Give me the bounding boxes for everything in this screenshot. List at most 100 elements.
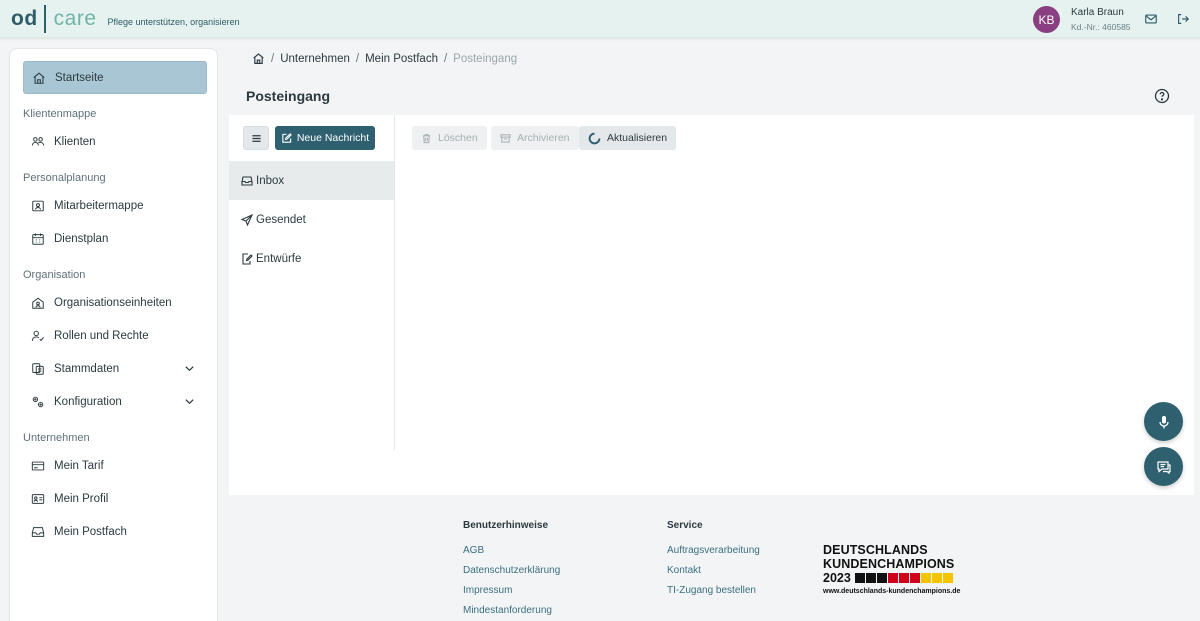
sidebar-item-mein-tarif[interactable]: Mein Tarif — [23, 449, 207, 482]
logo-tagline: Pflege unterstützen, organisieren — [107, 17, 240, 27]
footer-link-agb[interactable]: AGB — [463, 545, 484, 556]
section-unternehmen: Unternehmen — [23, 432, 90, 444]
page-title: Posteingang — [246, 88, 331, 104]
sidebar-item-mein-profil[interactable]: Mein Profil — [23, 482, 207, 515]
footer-link-auftragsverarbeitung[interactable]: Auftragsverarbeitung — [667, 545, 760, 556]
folder-entwuerfe[interactable]: Entwürfe — [229, 239, 394, 278]
breadcrumb-posteingang: Posteingang — [453, 52, 518, 65]
microphone-icon — [1158, 415, 1169, 428]
draft-icon — [242, 252, 253, 265]
sidebar-item-mein-postfach[interactable]: Mein Postfach — [23, 515, 207, 548]
flag-square — [854, 573, 865, 583]
footer-link-impressum[interactable]: Impressum — [463, 585, 512, 596]
kundenchampions-badge: DEUTSCHLANDS KUNDENCHAMPIONS 2023 www.de… — [823, 543, 963, 595]
new-message-button[interactable]: Neue Nachricht — [275, 126, 375, 150]
sidebar-item-rollen-und-rechte[interactable]: Rollen und Rechte — [23, 319, 207, 352]
footer-link-ti-zugang[interactable]: TI-Zugang bestellen — [667, 585, 756, 596]
sidebar-item-label: Mein Tarif — [54, 459, 104, 472]
breadcrumb-mein-postfach[interactable]: Mein Postfach — [365, 53, 438, 65]
building-icon — [32, 297, 44, 309]
sidebar-item-label: Mitarbeitermappe — [54, 199, 144, 212]
flag-square — [865, 573, 876, 583]
sidebar: Startseite Klientenmappe Klienten Person… — [9, 48, 218, 621]
breadcrumb: / Unternehmen / Mein Postfach / Posteing… — [252, 52, 517, 65]
user-name: Karla Braun — [1071, 7, 1124, 18]
logo-divider — [43, 5, 46, 33]
flag-square — [920, 573, 931, 583]
menu-button[interactable] — [243, 126, 269, 150]
sidebar-item-konfiguration[interactable]: Konfiguration — [23, 385, 207, 418]
footer-link-mindestanforderung[interactable]: Mindestanforderung — [463, 605, 552, 616]
new-message-label: Neue Nachricht — [296, 132, 370, 144]
sidebar-item-label: Mein Profil — [54, 492, 109, 505]
footer-title-benutzerhinweise: Benutzerhinweise — [463, 520, 549, 531]
footer-link-kontakt[interactable]: Kontakt — [667, 565, 701, 576]
flag-square — [876, 573, 887, 583]
sidebar-item-label: Dienstplan — [54, 232, 109, 245]
chevron-down-icon[interactable] — [184, 363, 195, 374]
sidebar-item-dienstplan[interactable]: Dienstplan — [23, 222, 207, 255]
credit-card-icon — [31, 461, 45, 470]
folder-label: Inbox — [256, 174, 285, 187]
badge-url: www.deutschlands-kundenchampions.de — [823, 588, 961, 595]
voice-input-button[interactable] — [1144, 402, 1183, 441]
chevron-down-icon[interactable] — [184, 396, 195, 407]
breadcrumb-separator: / — [443, 52, 448, 65]
badge-line1: DEUTSCHLANDS — [823, 543, 928, 557]
inbox-icon — [31, 526, 45, 537]
panel-divider — [394, 115, 395, 450]
sidebar-item-label: Mein Postfach — [54, 525, 127, 538]
avatar[interactable]: KB — [1033, 6, 1060, 33]
sidebar-item-label: Konfiguration — [54, 395, 122, 408]
footer-link-datenschutz[interactable]: Datenschutzerklärung — [463, 565, 560, 576]
logo-od: od — [11, 7, 38, 30]
compose-icon — [282, 132, 292, 143]
calendar-icon — [32, 232, 44, 245]
profile-card-icon — [31, 493, 45, 504]
sidebar-item-stammdaten[interactable]: Stammdaten — [23, 352, 207, 385]
badge-year: 2023 — [823, 571, 851, 585]
archive-button[interactable]: Archivieren — [491, 126, 579, 150]
send-icon — [241, 213, 253, 226]
mail-icon[interactable] — [1144, 12, 1158, 26]
sidebar-item-label: Klienten — [54, 135, 96, 148]
delete-button[interactable]: Löschen — [412, 126, 487, 150]
top-header: od care Pflege unterstützen, organisiere… — [0, 0, 1200, 38]
flag-square — [931, 573, 942, 583]
badge-row: 2023 — [823, 571, 963, 585]
flag-square — [942, 573, 953, 583]
refresh-icon — [588, 132, 601, 144]
sidebar-item-startseite[interactable]: Startseite — [23, 61, 207, 94]
flag-square — [887, 573, 898, 583]
refresh-label: Aktualisieren — [607, 132, 668, 144]
logout-icon[interactable] — [1176, 12, 1190, 26]
sidebar-item-organisationseinheiten[interactable]: Organisationseinheiten — [23, 286, 207, 319]
sidebar-item-mitarbeitermappe[interactable]: Mitarbeitermappe — [23, 189, 207, 222]
chat-button[interactable] — [1144, 447, 1183, 486]
section-personalplanung: Personalplanung — [23, 172, 106, 184]
delete-label: Löschen — [438, 132, 478, 144]
flag-square — [909, 573, 920, 583]
folder-label: Gesendet — [256, 213, 306, 226]
hamburger-icon — [251, 134, 261, 142]
section-klientenmappe: Klientenmappe — [23, 108, 97, 120]
sidebar-item-label: Startseite — [55, 71, 104, 84]
breadcrumb-separator: / — [355, 52, 360, 65]
breadcrumb-unternehmen[interactable]: Unternehmen — [280, 53, 350, 65]
refresh-button[interactable]: Aktualisieren — [579, 126, 677, 150]
footer: Benutzerhinweise AGB Datenschutzerklärun… — [229, 495, 1200, 621]
customer-number: Kd.-Nr.: 460585 — [1071, 22, 1131, 32]
help-icon[interactable] — [1154, 88, 1170, 104]
user-check-icon — [31, 330, 45, 341]
logo[interactable]: od care Pflege unterstützen, organisiere… — [11, 5, 240, 33]
folder-inbox[interactable]: Inbox — [229, 161, 394, 200]
home-icon[interactable] — [252, 52, 265, 65]
archive-label: Archivieren — [517, 132, 570, 144]
inbox-icon — [241, 175, 253, 186]
settings-icon — [32, 396, 44, 407]
flag-square — [898, 573, 909, 583]
archive-icon — [500, 133, 511, 143]
footer-title-service: Service — [667, 520, 703, 531]
sidebar-item-klienten[interactable]: Klienten — [23, 125, 207, 158]
folder-gesendet[interactable]: Gesendet — [229, 200, 394, 239]
